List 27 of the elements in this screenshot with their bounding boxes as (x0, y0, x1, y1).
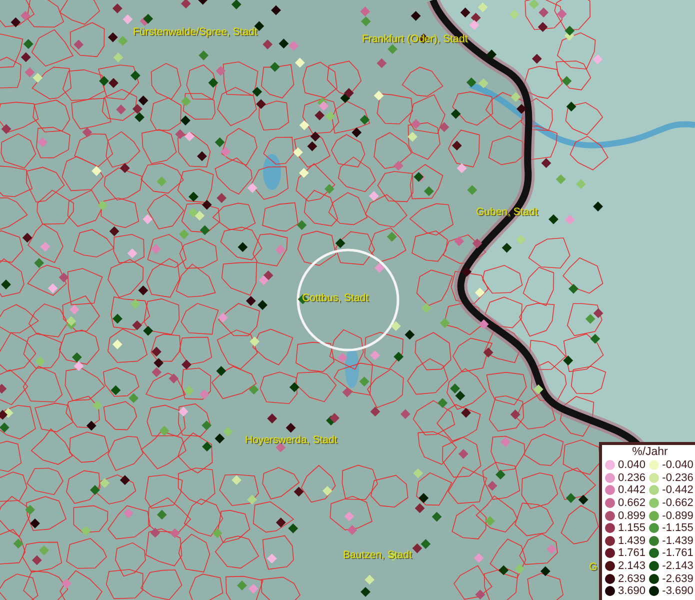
legend-value: 1.155 (618, 522, 646, 534)
legend-value: 1.439 (618, 534, 646, 547)
legend-value: 0.236 (618, 472, 646, 484)
legend-value: -1.155 (662, 522, 694, 534)
legend-value: 0.442 (618, 484, 646, 496)
legend-value: -2.143 (662, 560, 694, 572)
legend-value: 3.690 (618, 585, 646, 598)
legend-value: 1.761 (618, 547, 646, 560)
city-label: Bautzen, Stadt (343, 549, 412, 561)
legend-value: -0.040 (662, 459, 694, 472)
legend-value: -3.690 (662, 585, 694, 598)
legend-value: -0.662 (662, 497, 694, 510)
legend-value: -2.639 (662, 572, 694, 585)
legend-value: -0.442 (662, 484, 694, 496)
legend-value: 0.899 (618, 510, 646, 522)
legend-title: %/Jahr (631, 446, 669, 459)
city-label: Hoyerswerda, Stadt (245, 434, 338, 446)
legend-value: 2.143 (618, 560, 646, 572)
city-label: Fürstenwalde/Spree, Stadt (133, 26, 258, 38)
legend-value: -1.761 (662, 547, 694, 560)
legend-value: -0.899 (662, 510, 694, 522)
legend-value: -0.236 (662, 472, 694, 484)
legend-value: 2.639 (618, 572, 646, 585)
city-label: G (589, 561, 598, 573)
legend-value: -1.439 (662, 534, 694, 547)
legend-value: 0.040 (618, 459, 646, 472)
legend-value: 0.662 (618, 497, 646, 510)
